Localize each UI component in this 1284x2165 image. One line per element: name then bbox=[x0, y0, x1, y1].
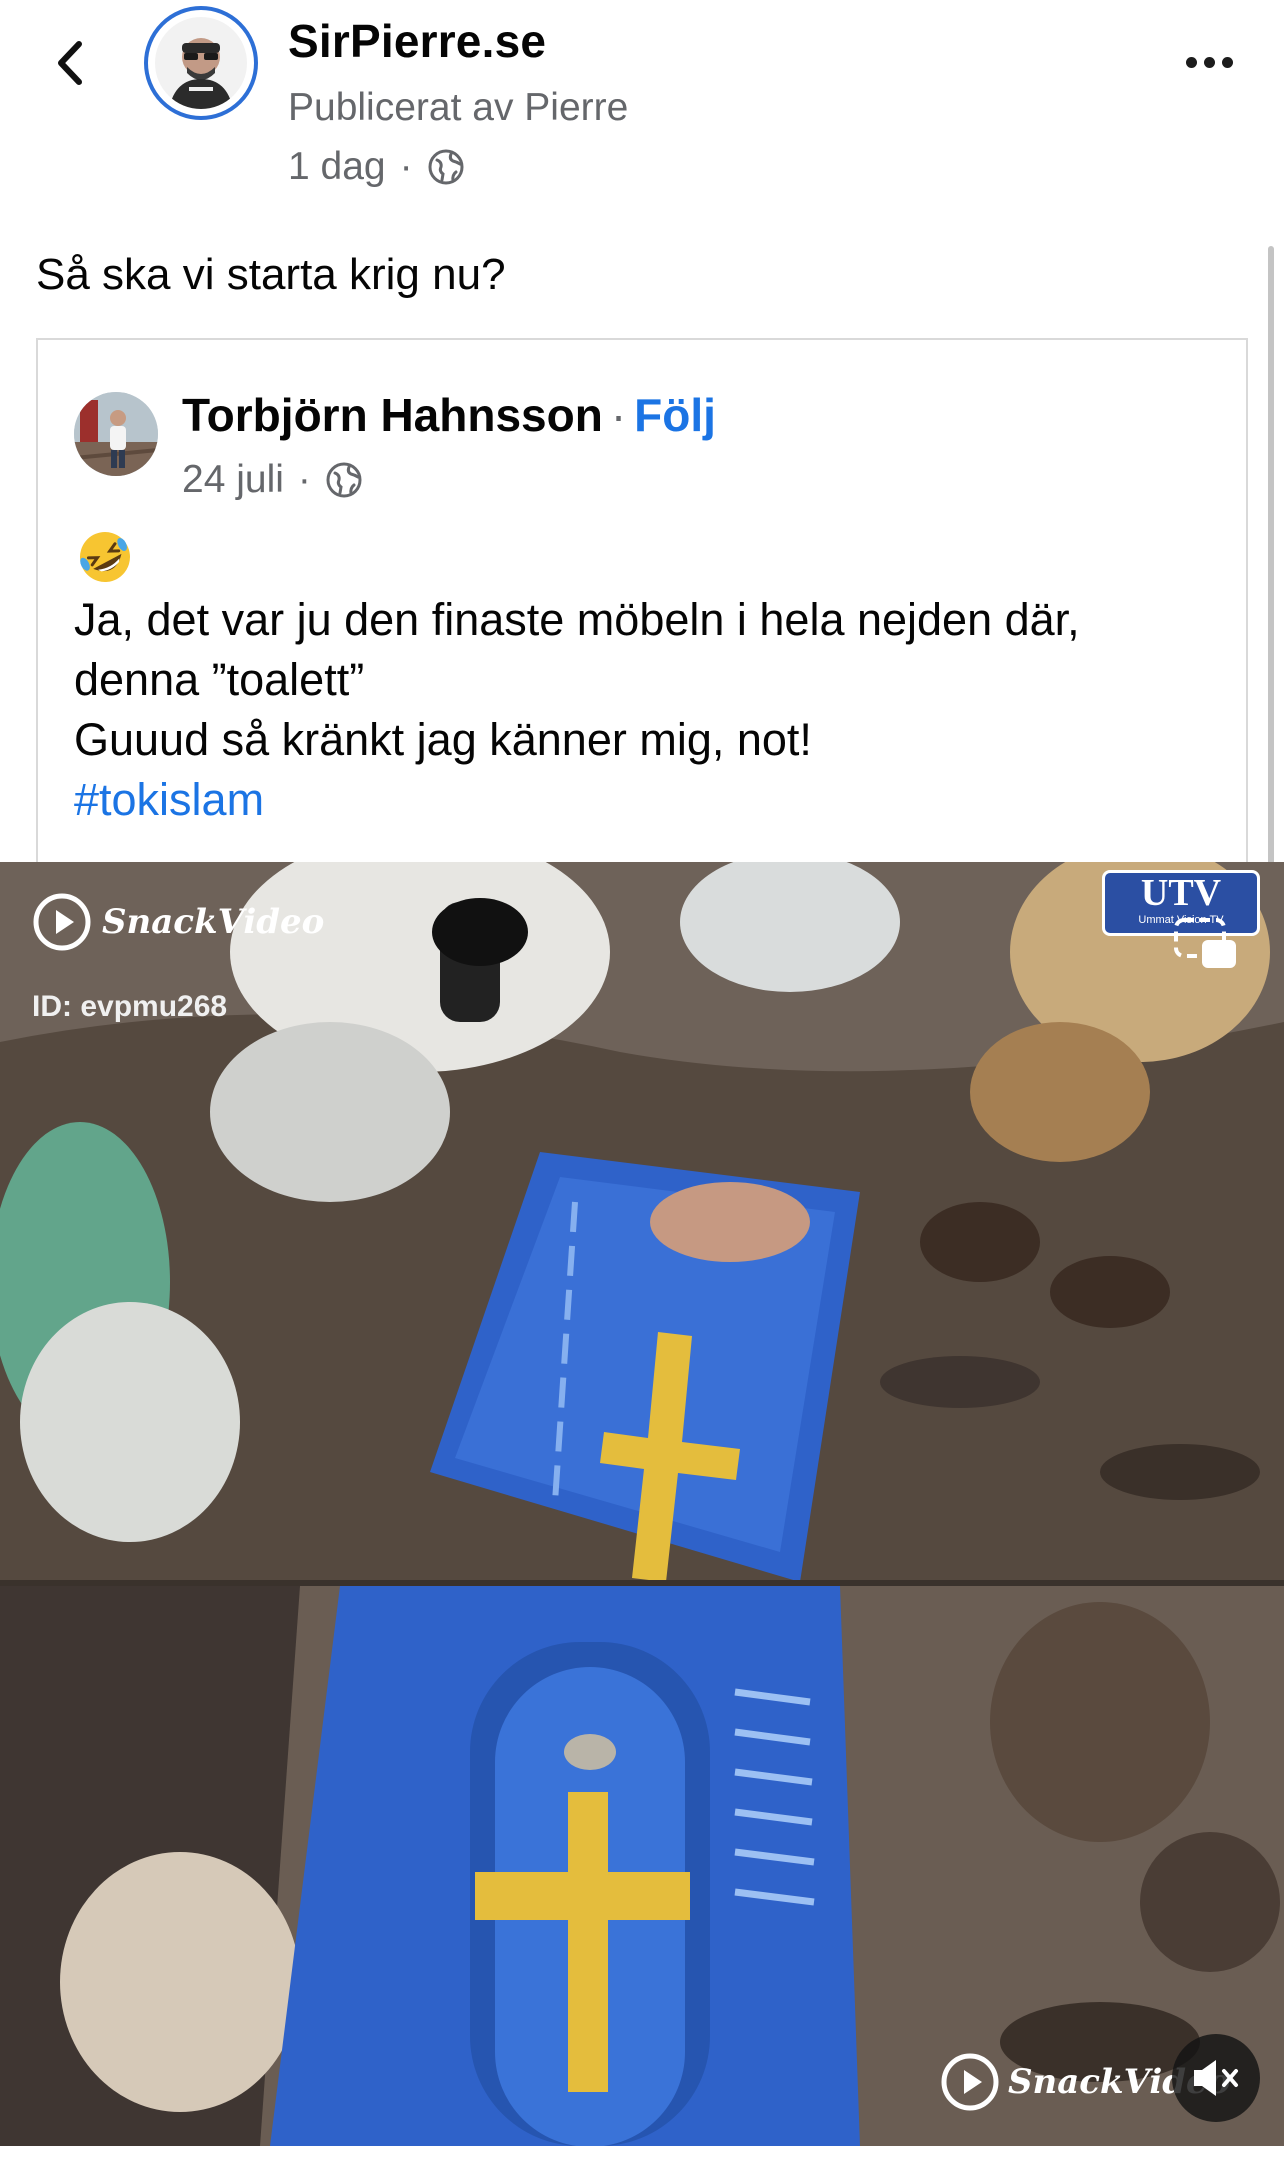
post-meta: 1 dag · bbox=[288, 145, 465, 189]
post-header: SirPierre.se Publicerat av Pierre 1 dag … bbox=[0, 0, 1284, 230]
snackvideo-name: SnackVideo bbox=[102, 902, 325, 942]
scrollbar[interactable] bbox=[1268, 246, 1274, 866]
shared-post-date[interactable]: 24 juli bbox=[182, 458, 284, 502]
meta-separator: · bbox=[399, 145, 413, 188]
post-text: Så ska vi starta krig nu? bbox=[36, 250, 506, 299]
published-by: Publicerat av Pierre bbox=[288, 86, 629, 129]
globe-icon bbox=[326, 462, 362, 498]
utv-logo-text: UTV bbox=[1140, 872, 1222, 914]
more-dot-icon bbox=[1222, 56, 1233, 68]
globe-icon bbox=[428, 149, 464, 185]
meta-separator: · bbox=[297, 458, 311, 501]
page-avatar[interactable] bbox=[144, 6, 258, 120]
picture-in-picture-button[interactable] bbox=[1172, 916, 1238, 972]
body-line: Guuud så kränkt jag känner mig, not! bbox=[74, 714, 812, 765]
shared-author-name[interactable]: Torbjörn Hahnsson bbox=[182, 389, 603, 441]
shared-author-line: Torbjörn Hahnsson · Följ bbox=[182, 388, 716, 442]
chevron-left-icon bbox=[58, 41, 82, 85]
video-frame bbox=[0, 862, 1284, 2146]
laughing-emoji-icon bbox=[80, 532, 130, 582]
post-time[interactable]: 1 dag bbox=[288, 145, 386, 189]
avatar-image bbox=[155, 17, 247, 109]
shared-post[interactable]: Torbjörn Hahnsson · Följ 24 juli · Ja, det… bbox=[36, 338, 1248, 862]
page-name[interactable]: SirPierre.se bbox=[288, 14, 546, 68]
mute-button[interactable] bbox=[1172, 2034, 1260, 2122]
muted-speaker-icon bbox=[1194, 2060, 1238, 2096]
picture-in-picture-icon bbox=[1174, 918, 1236, 968]
snackvideo-watermark: SnackVideo bbox=[32, 892, 324, 952]
body-line: denna ”toalett” bbox=[74, 654, 365, 705]
hashtag-link[interactable]: #tokislam bbox=[74, 770, 1080, 830]
name-separator: · bbox=[610, 389, 627, 441]
more-dot-icon bbox=[1204, 56, 1215, 68]
back-button[interactable] bbox=[50, 38, 90, 88]
shared-post-body: Ja, det var ju den finaste möbeln i hela… bbox=[74, 590, 1080, 830]
snackvideo-logo-icon bbox=[33, 893, 91, 951]
more-dot-icon bbox=[1186, 56, 1197, 68]
snackvideo-id: ID: evpmu268 bbox=[32, 990, 228, 1023]
body-line: Ja, det var ju den finaste möbeln i hela… bbox=[74, 594, 1080, 645]
more-options-button[interactable] bbox=[1186, 52, 1238, 72]
video-player[interactable]: SnackVideo ID: evpmu268 UTV Ummat Vision… bbox=[0, 862, 1284, 2146]
shared-author-avatar[interactable] bbox=[74, 392, 158, 476]
shared-post-meta: 24 juli · bbox=[182, 458, 363, 502]
snackvideo-logo-icon bbox=[941, 2053, 999, 2111]
follow-button[interactable]: Följ bbox=[634, 389, 716, 441]
